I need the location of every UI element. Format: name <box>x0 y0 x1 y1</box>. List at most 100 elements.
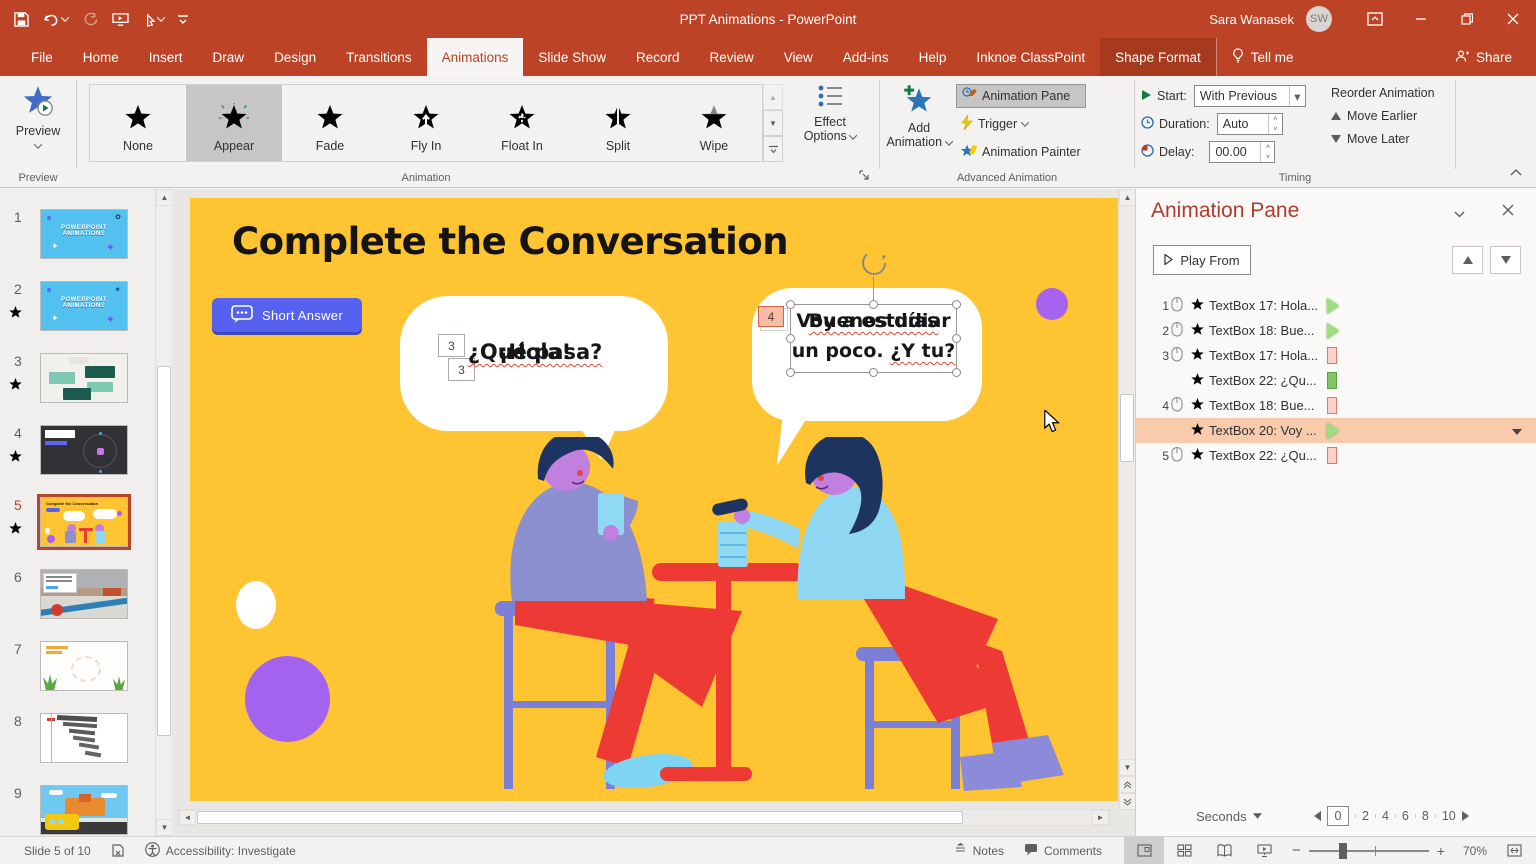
previous-slide-button[interactable] <box>1119 776 1136 793</box>
tab-slide-show[interactable]: Slide Show <box>523 38 621 76</box>
zoom-slider-thumb[interactable] <box>1339 843 1347 859</box>
editor-hscrollbar[interactable]: ◄ ► <box>178 809 1110 826</box>
thumbnail-image[interactable] <box>40 641 128 691</box>
left-bubble-text[interactable]: ¿Qué pasa? ¡Hola! <box>440 340 630 374</box>
trigger-button[interactable]: Trigger <box>956 112 1086 136</box>
animation-item-1[interactable]: 1 TextBox 17: Hola... <box>1136 293 1536 318</box>
user-avatar[interactable]: SW <box>1306 6 1332 32</box>
animation-item-7[interactable]: 5 TextBox 22: ¿Qu... <box>1136 443 1536 468</box>
undo-icon[interactable] <box>43 12 68 27</box>
timing-bar-triangle[interactable] <box>1327 423 1339 439</box>
animation-item-5[interactable]: 4 TextBox 18: Bue... <box>1136 393 1536 418</box>
effect-options-button[interactable]: Effect Options <box>793 84 867 172</box>
start-dropdown-arrow[interactable]: ▾ <box>1289 86 1305 106</box>
gallery-item-fade[interactable]: Fade <box>282 85 378 161</box>
tab-insert[interactable]: Insert <box>134 38 198 76</box>
notes-button[interactable]: Notes <box>944 837 1014 864</box>
start-from-beginning-icon[interactable] <box>112 12 129 27</box>
zoom-slider[interactable] <box>1309 850 1429 852</box>
timing-bar-exit[interactable] <box>1327 397 1337 414</box>
gallery-item-split[interactable]: Split <box>570 85 666 161</box>
textbox-selection-outline[interactable] <box>790 304 957 373</box>
fit-slide-to-window-button[interactable] <box>1497 837 1536 864</box>
thumbnail-slide-7[interactable]: 7 <box>0 641 150 705</box>
resize-handle-nw[interactable] <box>786 300 795 309</box>
thumbnail-image[interactable] <box>40 353 128 403</box>
seconds-dropdown[interactable]: Seconds <box>1196 809 1262 824</box>
thumbnail-slide-4[interactable]: 4 <box>0 425 150 489</box>
tab-design[interactable]: Design <box>259 38 331 76</box>
pane-options-dropdown-icon[interactable] <box>1454 205 1465 223</box>
animation-dialog-launcher[interactable] <box>859 169 869 183</box>
resize-handle-e[interactable] <box>952 334 961 343</box>
gallery-scroll-down[interactable]: ▼ <box>763 110 783 136</box>
customize-qat-icon[interactable] <box>178 14 188 24</box>
timeline-scale[interactable]: 0 2 4 6 8 10 <box>1314 806 1469 826</box>
move-earlier-button[interactable]: Move Earlier <box>1331 109 1435 123</box>
thumbnail-slide-6[interactable]: 6 <box>0 569 150 633</box>
pane-close-icon[interactable] <box>1502 203 1514 221</box>
item-dropdown-icon[interactable] <box>1512 423 1522 438</box>
preview-button[interactable]: Preview <box>8 84 68 152</box>
thumbnail-scrollbar[interactable]: ▲ ▼ <box>155 189 172 836</box>
reading-view-button[interactable] <box>1204 837 1244 864</box>
thumbnail-image[interactable]: POWERPOINT ANIMATIONS ✦ ✦ ✿ <box>40 209 128 259</box>
duration-spinner[interactable]: Auto ˄˅ <box>1217 113 1283 135</box>
timing-bar-triangle[interactable] <box>1327 323 1339 339</box>
animation-item-2[interactable]: 2 TextBox 18: Bue... <box>1136 318 1536 343</box>
thumbnail-image[interactable] <box>40 713 128 763</box>
short-answer-button[interactable]: Short Answer <box>212 298 362 332</box>
restore-button[interactable] <box>1444 0 1490 38</box>
tab-review[interactable]: Review <box>695 38 769 76</box>
tab-record[interactable]: Record <box>621 38 695 76</box>
tab-add-ins[interactable]: Add-ins <box>828 38 904 76</box>
thumbnail-image[interactable] <box>40 569 128 619</box>
slideshow-view-button[interactable] <box>1244 837 1284 864</box>
tab-file[interactable]: File <box>16 38 68 76</box>
accessibility-status[interactable]: Accessibility: Investigate <box>135 837 306 864</box>
gallery-more-button[interactable] <box>763 136 783 162</box>
thumbnail-slide-5[interactable]: 5 Complete the Conversation <box>0 497 150 561</box>
thumbnail-slide-1[interactable]: 1 POWERPOINT ANIMATIONS ✦ ✦ ✿ <box>0 209 150 273</box>
next-slide-button[interactable] <box>1119 793 1136 810</box>
delay-spinner[interactable]: 00.00 ˄˅ <box>1209 141 1275 163</box>
spellcheck-icon[interactable] <box>101 837 135 864</box>
timing-bar-triangle[interactable] <box>1327 298 1339 314</box>
tab-animations[interactable]: Animations <box>427 38 524 76</box>
thumbnail-slide-2[interactable]: 2 POWERPOINT ANIMATIONS ✦ ✦ ✶ <box>0 281 150 345</box>
resize-handle-n[interactable] <box>869 300 878 309</box>
timeline-right-arrow[interactable] <box>1462 809 1469 824</box>
gallery-item-wipe[interactable]: Wipe <box>666 85 762 161</box>
gallery-item-none[interactable]: None <box>90 85 186 161</box>
tab-view[interactable]: View <box>769 38 828 76</box>
gallery-item-appear[interactable]: Appear <box>186 85 282 161</box>
save-icon[interactable] <box>14 12 29 27</box>
normal-view-button[interactable] <box>1124 837 1164 864</box>
user-name[interactable]: Sara Wanasek <box>1209 12 1294 27</box>
tab-draw[interactable]: Draw <box>198 38 260 76</box>
animation-item-3[interactable]: 3 TextBox 17: Hola... <box>1136 343 1536 368</box>
slide-canvas[interactable]: Complete the Conversation Short Answer 3… <box>190 198 1118 801</box>
thumbnail-image[interactable] <box>40 785 128 835</box>
resize-handle-s[interactable] <box>869 368 878 377</box>
timing-bar-entrance[interactable] <box>1327 372 1337 389</box>
slide-title[interactable]: Complete the Conversation <box>232 220 788 263</box>
thumbnail-scrollbar-thumb[interactable] <box>157 366 171 736</box>
animation-painter-button[interactable]: Animation Painter <box>956 140 1086 164</box>
gallery-scroll-up[interactable]: ▲ <box>763 84 783 110</box>
play-from-button[interactable]: Play From <box>1153 245 1251 275</box>
move-down-button[interactable] <box>1490 246 1521 274</box>
collapse-ribbon-icon[interactable] <box>1510 165 1522 179</box>
tab-help[interactable]: Help <box>904 38 962 76</box>
resize-handle-sw[interactable] <box>786 368 795 377</box>
animation-item-6-selected[interactable]: TextBox 20: Voy ... <box>1136 418 1536 443</box>
thumbnail-slide-8[interactable]: 8 <box>0 713 150 777</box>
slide-indicator[interactable]: Slide 5 of 10 <box>0 837 101 864</box>
timing-bar-exit[interactable] <box>1327 447 1337 464</box>
ribbon-display-options-icon[interactable] <box>1352 0 1398 38</box>
minimize-button[interactable] <box>1398 0 1444 38</box>
tab-home[interactable]: Home <box>68 38 134 76</box>
editor-vscrollbar-thumb[interactable] <box>1120 394 1134 462</box>
thumbnail-image[interactable]: POWERPOINT ANIMATIONS ✦ ✦ ✶ <box>40 281 128 331</box>
comments-button[interactable]: Comments <box>1014 837 1112 864</box>
